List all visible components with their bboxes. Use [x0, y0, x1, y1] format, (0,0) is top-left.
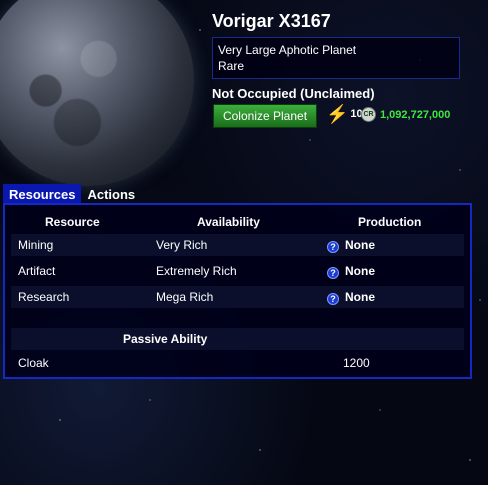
credit-cost-value: 1,092,727,000	[380, 108, 451, 121]
column-header-availability: Availability	[197, 215, 260, 229]
table-row: Mining Very Rich ? None	[11, 234, 464, 256]
production-value: None	[345, 238, 375, 252]
column-header-production: Production	[358, 215, 422, 229]
passive-ability-header-row: Passive Ability	[11, 328, 464, 350]
planet-type: Very Large Aphotic Planet	[218, 43, 357, 57]
tab-actions[interactable]: Actions	[81, 184, 141, 205]
help-icon[interactable]: ?	[327, 293, 339, 305]
column-header-resource: Resource	[45, 215, 100, 229]
occupation-status: Not Occupied (Unclaimed)	[212, 86, 375, 101]
passive-ability-row: Cloak 1200	[11, 352, 464, 374]
production-value: None	[345, 290, 375, 304]
resource-name: Artifact	[18, 264, 56, 278]
table-row: Research Mega Rich ? None	[11, 286, 464, 308]
planet-description-box: Very Large Aphotic Planet Rare	[212, 37, 460, 79]
table-header-row: Resource Availability Production	[11, 211, 464, 233]
planet-image	[0, 0, 194, 186]
tab-resources[interactable]: Resources	[3, 184, 82, 205]
help-icon[interactable]: ?	[327, 241, 339, 253]
resource-name: Mining	[18, 238, 54, 252]
resource-production: ? None	[327, 238, 375, 253]
resource-production: ? None	[327, 264, 375, 279]
passive-ability-value: 1200	[343, 356, 370, 370]
credit-cost: CR 1,092,727,000	[361, 107, 450, 122]
production-value: None	[345, 264, 375, 278]
planet-name: Vorigar X3167	[212, 11, 331, 31]
resource-name: Research	[18, 290, 70, 304]
passive-ability-header: Passive Ability	[123, 332, 208, 346]
resource-availability: Extremely Rich	[156, 264, 237, 278]
resource-production: ? None	[327, 290, 375, 305]
resource-availability: Mega Rich	[156, 290, 214, 304]
energy-cost: ⚡ 10	[326, 105, 363, 123]
resources-panel: Resource Availability Production Mining …	[3, 203, 472, 379]
help-icon[interactable]: ?	[327, 267, 339, 279]
resource-availability: Very Rich	[156, 238, 208, 252]
table-row: Artifact Extremely Rich ? None	[11, 260, 464, 282]
tab-bar: Resources Actions	[3, 184, 141, 205]
colonize-planet-button[interactable]: Colonize Planet	[213, 104, 317, 128]
planet-rarity: Rare	[218, 59, 245, 73]
credits-coin-icon: CR	[361, 107, 376, 122]
lightning-bolt-icon: ⚡	[326, 104, 349, 124]
passive-ability-name: Cloak	[18, 356, 49, 370]
